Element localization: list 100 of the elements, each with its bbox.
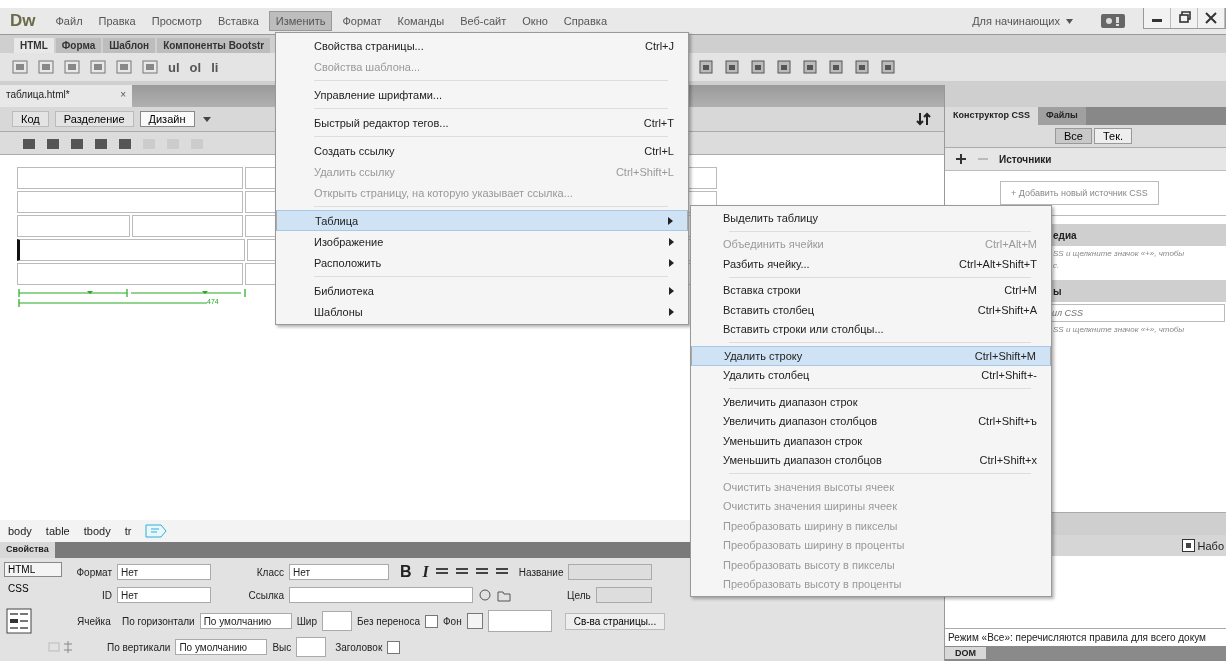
page-properties-button[interactable]: Св-ва страницы...	[564, 612, 666, 630]
menu-item[interactable]: Окно	[516, 12, 554, 30]
workspace-dropdown[interactable]: Для начинающих	[972, 15, 1060, 27]
menu-item[interactable]: Выделить таблицу	[691, 208, 1051, 228]
menu-item[interactable]: Изменить	[268, 11, 333, 31]
submenu-arrow-icon	[669, 258, 674, 267]
hint-text: SS и щелкните значок «+», чтобы	[1053, 325, 1185, 334]
field-label: Фон	[443, 615, 462, 627]
header-checkbox[interactable]	[387, 640, 401, 654]
menu-item[interactable]: Создать ссылку Ctrl+L	[276, 140, 688, 161]
submenu-arrow-icon	[669, 286, 674, 295]
sort-icon[interactable]	[916, 111, 932, 127]
insert-tab[interactable]: Форма	[55, 38, 102, 53]
field-label: Заголовок	[335, 641, 383, 653]
section-title: ы	[1053, 286, 1062, 297]
italic-button[interactable]: I	[422, 563, 429, 581]
height-field[interactable]	[296, 637, 327, 657]
insert-tab[interactable]: Компоненты Bootstr	[157, 38, 271, 53]
document-tab[interactable]: таблица.html* ×	[0, 85, 132, 107]
menu-item[interactable]: Быстрый редактор тегов... Ctrl+T	[276, 112, 688, 133]
field-label: Класс	[255, 566, 284, 578]
field-label: По вертикали	[107, 641, 171, 653]
view-button[interactable]: Дизайн	[139, 111, 195, 127]
filter-button[interactable]: Все	[1055, 128, 1092, 144]
field-label: Ссылка	[247, 589, 284, 601]
link-field[interactable]	[289, 587, 473, 603]
field-label: Название	[518, 566, 564, 578]
menu-item[interactable]: Таблица	[276, 210, 688, 231]
class-dropdown[interactable]: Нет	[289, 564, 389, 580]
menu-item[interactable]: Просмотр	[145, 12, 208, 30]
menu-item[interactable]: Удалить строку Ctrl+Shift+M	[691, 346, 1051, 366]
menu-item[interactable]: Вставка строки Ctrl+M	[691, 280, 1051, 300]
field-label: Цель	[567, 589, 591, 601]
tag-item[interactable]: tbody	[83, 525, 111, 537]
format-dropdown[interactable]: Нет	[117, 564, 211, 580]
insert-tab[interactable]: Шаблон	[103, 38, 156, 53]
show-set-checkbox[interactable]	[1181, 539, 1195, 552]
bold-button[interactable]: B	[400, 563, 412, 581]
menu-item[interactable]: Управление шрифтами...	[276, 84, 688, 105]
app-logo: Dw	[10, 11, 36, 31]
nowrap-checkbox[interactable]	[425, 614, 438, 628]
vertical-dropdown[interactable]: По умолчанию	[175, 639, 268, 655]
filter-button[interactable]: Тек.	[1093, 128, 1133, 144]
panel-tab[interactable]: Конструктор CSS	[945, 107, 1039, 125]
menu-item[interactable]: Увеличить диапазон строк	[691, 392, 1051, 412]
menu-item[interactable]: Формат	[336, 12, 388, 30]
menu-item[interactable]: Шаблоны	[276, 301, 688, 322]
view-button[interactable]: Разделение	[54, 111, 134, 127]
menu-item[interactable]: Уменьшить диапазон строк	[691, 431, 1051, 451]
view-button[interactable]: Код	[12, 111, 49, 127]
insert-tool[interactable]: ol	[189, 59, 202, 75]
menu-item[interactable]: Уменьшить диапазон столбцов Ctrl+Shift+x	[691, 450, 1051, 470]
menu-item[interactable]: Команды	[391, 12, 451, 30]
menu-item[interactable]: Вставить столбец Ctrl+Shift+A	[691, 300, 1051, 320]
tag-item[interactable]: table	[45, 525, 70, 537]
width-field[interactable]	[322, 611, 352, 631]
menu-item[interactable]: Веб-сайт	[454, 12, 513, 30]
menu-item[interactable]: Справка	[557, 12, 613, 30]
menu-item[interactable]: Изображение	[276, 231, 688, 252]
field-label: Ячейка	[77, 615, 112, 627]
submenu-arrow-icon	[668, 216, 673, 225]
caret-icon	[1066, 18, 1073, 24]
link-tools-icon[interactable]	[478, 588, 512, 602]
field-label: По горизонтали	[122, 615, 195, 627]
menu-item[interactable]: Удалить столбец Ctrl+Shift+-	[691, 365, 1051, 385]
menu-item[interactable]: Свойства страницы... Ctrl+J	[276, 35, 688, 56]
close-tab-button[interactable]: ×	[120, 89, 126, 103]
section-title: едиа	[1053, 230, 1077, 241]
tag-item[interactable]: body	[8, 525, 32, 537]
menu-item[interactable]: Правка	[92, 12, 142, 30]
insert-tool[interactable]: ul	[168, 59, 180, 75]
menu-item[interactable]: Расположить	[276, 252, 688, 273]
field-label: Без переноса	[357, 615, 420, 627]
table-cell-icon[interactable]	[6, 608, 32, 634]
panel-tab[interactable]: Файлы	[1038, 107, 1086, 125]
insert-tab[interactable]: HTML	[14, 38, 54, 53]
menu-item[interactable]: Увеличить диапазон столбцов Ctrl+Shift+ъ	[691, 411, 1051, 431]
menu-item[interactable]: Вставка	[211, 12, 265, 30]
panel-tab[interactable]: Свойства	[0, 542, 55, 558]
horizontal-dropdown[interactable]: По умолчанию	[199, 613, 292, 629]
checkbox-label: Набо	[1197, 539, 1224, 552]
mode-button[interactable]: HTML	[4, 562, 62, 577]
menu-item[interactable]: Файл	[49, 12, 89, 30]
field-label: ID	[101, 589, 112, 601]
menu-item[interactable]: Библиотека	[276, 280, 688, 301]
filter-field[interactable]: ил CSS	[1049, 304, 1225, 322]
mode-button[interactable]: CSS	[4, 581, 62, 596]
menu-item[interactable]: Вставить строки или столбцы...	[691, 319, 1051, 339]
title-field[interactable]	[568, 564, 653, 580]
panel-tab[interactable]: DOM	[945, 647, 986, 659]
add-source-button[interactable]: + Добавить новый источник CSS	[1000, 181, 1159, 205]
sync-icon[interactable]	[1101, 14, 1125, 28]
color-swatch[interactable]	[466, 613, 483, 629]
background-field[interactable]	[487, 610, 552, 632]
id-dropdown[interactable]: Нет	[117, 587, 211, 603]
tag-item[interactable]: tr	[124, 525, 132, 537]
insert-tool[interactable]: li	[211, 59, 219, 75]
field-label: Выс	[272, 641, 292, 653]
plus-icon[interactable]	[955, 153, 967, 165]
menu-item[interactable]: Разбить ячейку... Ctrl+Alt+Shift+T	[691, 254, 1051, 274]
